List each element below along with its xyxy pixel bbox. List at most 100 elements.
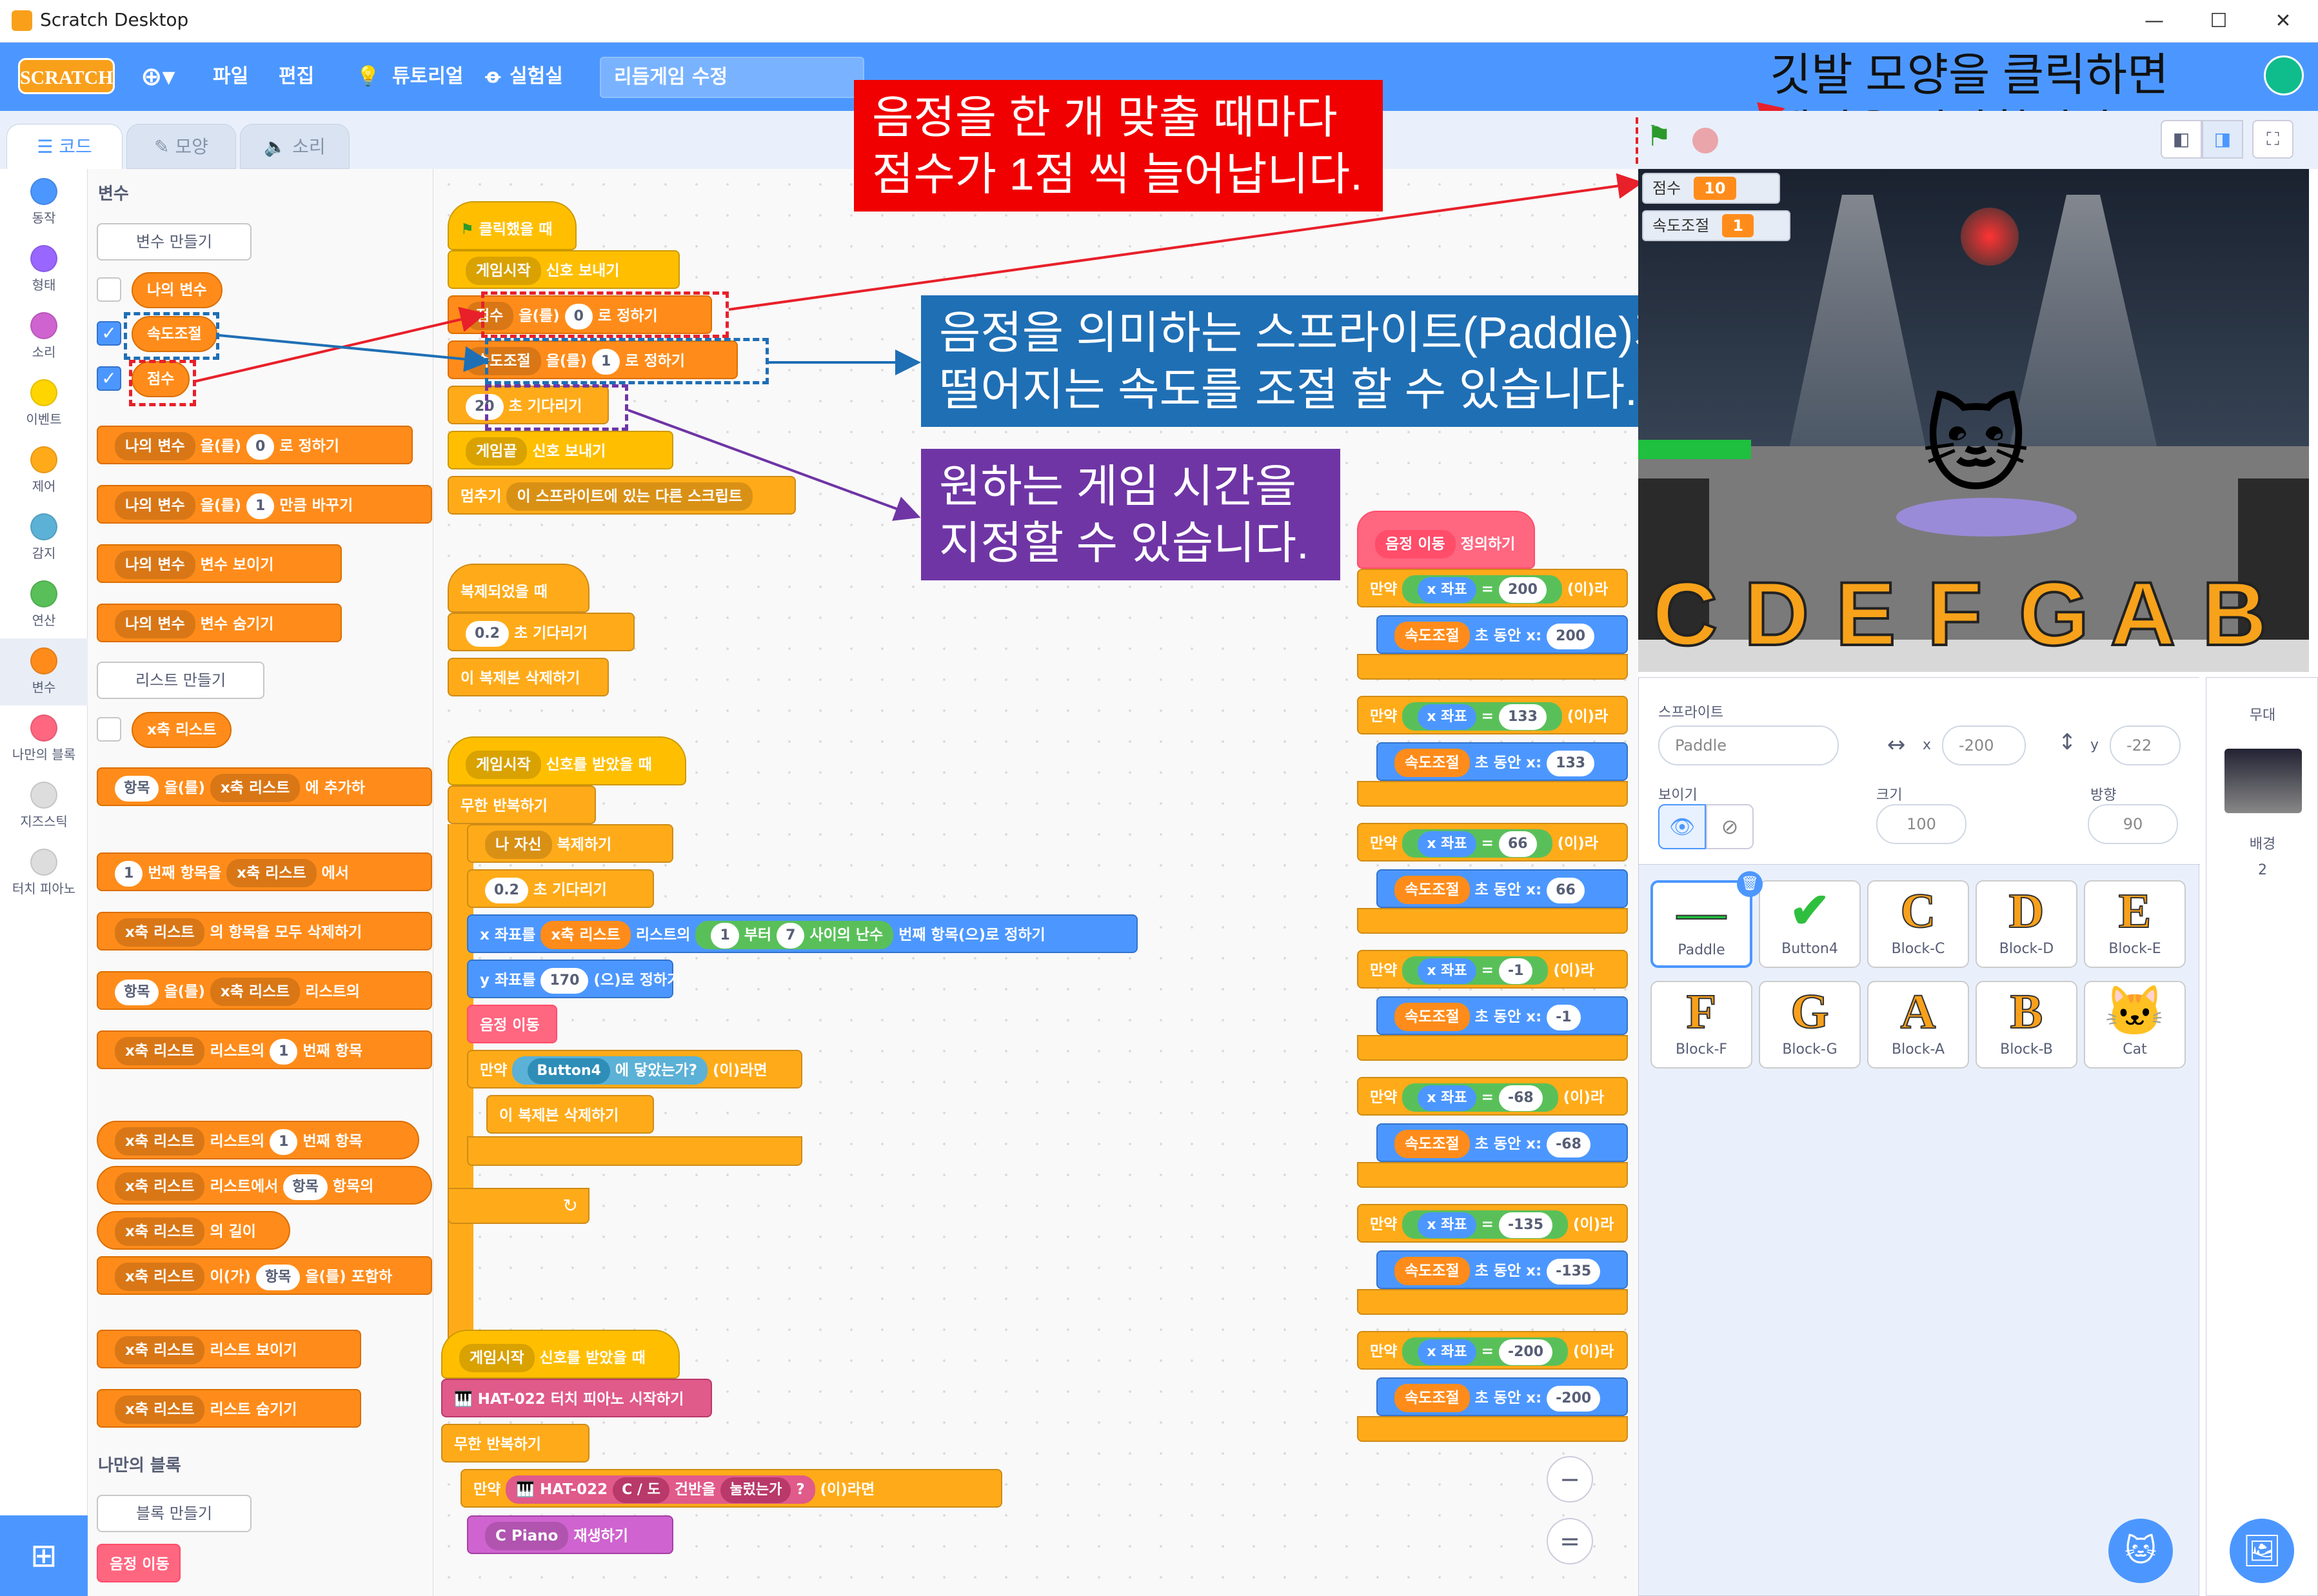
show-list-block[interactable]: x축 리스트 리스트 보이기: [97, 1330, 361, 1368]
piano-start-block[interactable]: 🎹 HAT-022 터치 피아노 시작하기: [441, 1379, 712, 1417]
category-6[interactable]: 연산: [0, 571, 88, 638]
extension-status-icon[interactable]: [2264, 55, 2304, 95]
category-0[interactable]: 동작: [0, 169, 88, 236]
zoom-reset-button[interactable]: =: [1547, 1518, 1593, 1564]
if-xpos-block[interactable]: 만약 x 좌표 = -68 (이)라: [1357, 1077, 1628, 1116]
index-of-item-reporter[interactable]: x축 리스트 리스트에서 항목 항목의: [97, 1166, 432, 1205]
if-touching-block[interactable]: 만약 Button4 에 닿았는가? (이)라면: [467, 1050, 802, 1089]
stop-block[interactable]: 멈추기 이 스프라이트에 있는 다른 스크립트: [448, 476, 796, 515]
category-10[interactable]: 터치 피아노: [0, 840, 88, 907]
forever-block[interactable]: 무한 반복하기: [441, 1424, 589, 1463]
delete-clone-block[interactable]: 이 복제본 삭제하기: [448, 658, 609, 696]
set-y-block[interactable]: y 좌표를 170 (으)로 정하기: [467, 960, 680, 998]
forever-block[interactable]: 무한 반복하기: [448, 785, 596, 824]
when-receive-hat[interactable]: 게임시작 신호를 받았을 때: [448, 736, 686, 785]
menu-debug[interactable]: 실험실: [510, 62, 563, 92]
fullscreen-icon[interactable]: ⛶: [2252, 120, 2293, 159]
insert-at-list-block[interactable]: 항목 을(를) x축 리스트 리스트의: [97, 971, 432, 1010]
my-block-move-note[interactable]: 음정 이동: [97, 1544, 181, 1582]
glide-block[interactable]: 속도조절 초 동안 x: 133: [1376, 742, 1628, 781]
glide-block[interactable]: 속도조절 초 동안 x: 200: [1376, 615, 1628, 654]
delete-all-of-list-block[interactable]: x축 리스트 의 항목을 모두 삭제하기: [97, 912, 432, 951]
tab-sound[interactable]: 🔈 소리: [240, 124, 350, 169]
change-variable-block[interactable]: 나의 변수 을(를) 1 만큼 바꾸기: [97, 485, 432, 524]
green-flag-button[interactable]: ⚑: [1641, 120, 1677, 156]
zoom-out-button[interactable]: −: [1547, 1456, 1593, 1502]
glide-block[interactable]: 속도조절 초 동안 x: -1: [1376, 996, 1628, 1035]
close-button[interactable]: ✕: [2264, 5, 2303, 37]
sprite-tile[interactable]: A Block-A: [1867, 981, 1969, 1069]
sprite-tile[interactable]: C Block-C: [1867, 880, 1969, 968]
scratch-logo[interactable]: SCRATCH: [18, 58, 115, 94]
hide-variable-block[interactable]: 나의 변수 변수 숨기기: [97, 604, 342, 642]
stop-button[interactable]: [1692, 128, 1718, 153]
list-checkbox[interactable]: [97, 717, 121, 742]
sprite-tile[interactable]: G Block-G: [1759, 981, 1861, 1069]
backdrop-thumbnail[interactable]: [2224, 749, 2302, 813]
variable-checkbox[interactable]: ✓: [97, 321, 121, 346]
category-3[interactable]: 이벤트: [0, 370, 88, 437]
menu-tutorials[interactable]: 튜토리얼: [392, 62, 463, 92]
language-globe-icon[interactable]: ⊕▾: [141, 62, 175, 92]
sprite-tile[interactable]: 🐱 Cat: [2084, 981, 2186, 1069]
when-flag-clicked-hat[interactable]: ⚑ 클릭했을 때: [448, 201, 577, 250]
broadcast-block[interactable]: 게임끝 신호 보내기: [448, 431, 673, 469]
sprite-tile[interactable]: ✔ Button4: [1759, 880, 1861, 968]
define-block[interactable]: 음정 이동 정의하기: [1357, 511, 1535, 569]
category-1[interactable]: 형태: [0, 236, 88, 303]
sprite-name-input[interactable]: Paddle: [1658, 725, 1839, 765]
play-sound-block[interactable]: C Piano 재생하기: [467, 1515, 673, 1554]
move-note-block[interactable]: 음정 이동: [467, 1005, 557, 1043]
delete-clone-block[interactable]: 이 복제본 삭제하기: [486, 1095, 654, 1134]
project-title-input[interactable]: 리듬게임 수정: [600, 57, 864, 98]
if-xpos-block[interactable]: 만약 x 좌표 = -135 (이)라: [1357, 1204, 1628, 1243]
variable-checkbox[interactable]: ✓: [97, 366, 121, 391]
maximize-button[interactable]: ☐: [2199, 5, 2238, 37]
create-clone-block[interactable]: 나 자신 복제하기: [467, 824, 673, 863]
make-variable-button[interactable]: 변수 만들기: [97, 223, 252, 261]
make-block-button[interactable]: 블록 만들기: [97, 1495, 252, 1532]
set-variable-block[interactable]: 나의 변수 을(를) 0 로 정하기: [97, 426, 413, 464]
direction-input[interactable]: 90: [2088, 804, 2178, 844]
hide-eye-icon[interactable]: ⊘: [1706, 804, 1754, 849]
add-extension-icon[interactable]: ⊞: [0, 1515, 88, 1596]
when-receive-hat[interactable]: 게임시작 신호를 받았을 때: [441, 1330, 680, 1379]
if-key-pressed-block[interactable]: 만약 🎹 HAT-022 C / 도 건반을 눌렀는가? (이)라면: [461, 1469, 1002, 1508]
set-x-block[interactable]: x 좌표를 x축 리스트 리스트의 1 부터 7 사이의 난수 번째 항목(으)로 정하기: [467, 914, 1138, 953]
if-xpos-block[interactable]: 만약 x 좌표 = -1 (이)라: [1357, 950, 1628, 989]
glide-block[interactable]: 속도조절 초 동안 x: -200: [1376, 1377, 1628, 1416]
if-xpos-block[interactable]: 만약 x 좌표 = 133 (이)라: [1357, 696, 1628, 734]
list-contains-boolean[interactable]: x축 리스트 이(가) 항목 을(를) 포함하: [97, 1256, 432, 1295]
sprite-tile[interactable]: F Block-F: [1650, 981, 1752, 1069]
menu-edit[interactable]: 편집: [279, 62, 314, 92]
x-input[interactable]: -200: [1942, 725, 2026, 765]
category-2[interactable]: 소리: [0, 303, 88, 370]
if-xpos-block[interactable]: 만약 x 좌표 = 200 (이)라: [1357, 569, 1628, 607]
broadcast-block[interactable]: 게임시작 신호 보내기: [448, 250, 680, 289]
category-4[interactable]: 제어: [0, 437, 88, 504]
glide-block[interactable]: 속도조절 초 동안 x: -135: [1376, 1250, 1628, 1289]
category-9[interactable]: 지즈스틱: [0, 773, 88, 840]
tab-costume[interactable]: ✎ 모양: [126, 124, 236, 169]
normal-stage-icon[interactable]: ◨: [2202, 120, 2243, 159]
wait-seconds-block[interactable]: 0.2 초 기다리기: [467, 869, 654, 908]
glide-block[interactable]: 속도조절 초 동안 x: -68: [1376, 1123, 1628, 1162]
delete-of-list-block[interactable]: 1 번째 항목을 x축 리스트 에서: [97, 852, 432, 891]
wait-seconds-block[interactable]: 0.2 초 기다리기: [448, 613, 635, 651]
when-cloned-hat[interactable]: 복제되었을 때: [448, 564, 589, 613]
sprite-tile[interactable]: D Block-D: [1976, 880, 2077, 968]
y-input[interactable]: -22: [2110, 725, 2181, 765]
add-to-list-block[interactable]: 항목 을(를) x축 리스트 에 추가하: [97, 767, 432, 806]
if-xpos-block[interactable]: 만약 x 좌표 = 66 (이)라: [1357, 823, 1628, 862]
stage[interactable]: 🐱 CDEFGAB 점수 10 속도조절 1: [1638, 169, 2309, 672]
sprite-tile[interactable]: E Block-E: [2084, 880, 2186, 968]
choose-sprite-icon[interactable]: 🐱: [2108, 1519, 2173, 1583]
show-variable-block[interactable]: 나의 변수 변수 보이기: [97, 544, 342, 583]
sprite-tile[interactable]: B Block-B: [1976, 981, 2077, 1069]
category-5[interactable]: 감지: [0, 504, 88, 571]
sprite-tile[interactable]: — Paddle: [1650, 880, 1752, 968]
list-reporter[interactable]: x축 리스트: [132, 712, 232, 748]
tab-code[interactable]: ☰ 코드: [6, 124, 123, 169]
make-list-button[interactable]: 리스트 만들기: [97, 662, 264, 699]
choose-backdrop-icon[interactable]: 🖼: [2230, 1519, 2294, 1583]
